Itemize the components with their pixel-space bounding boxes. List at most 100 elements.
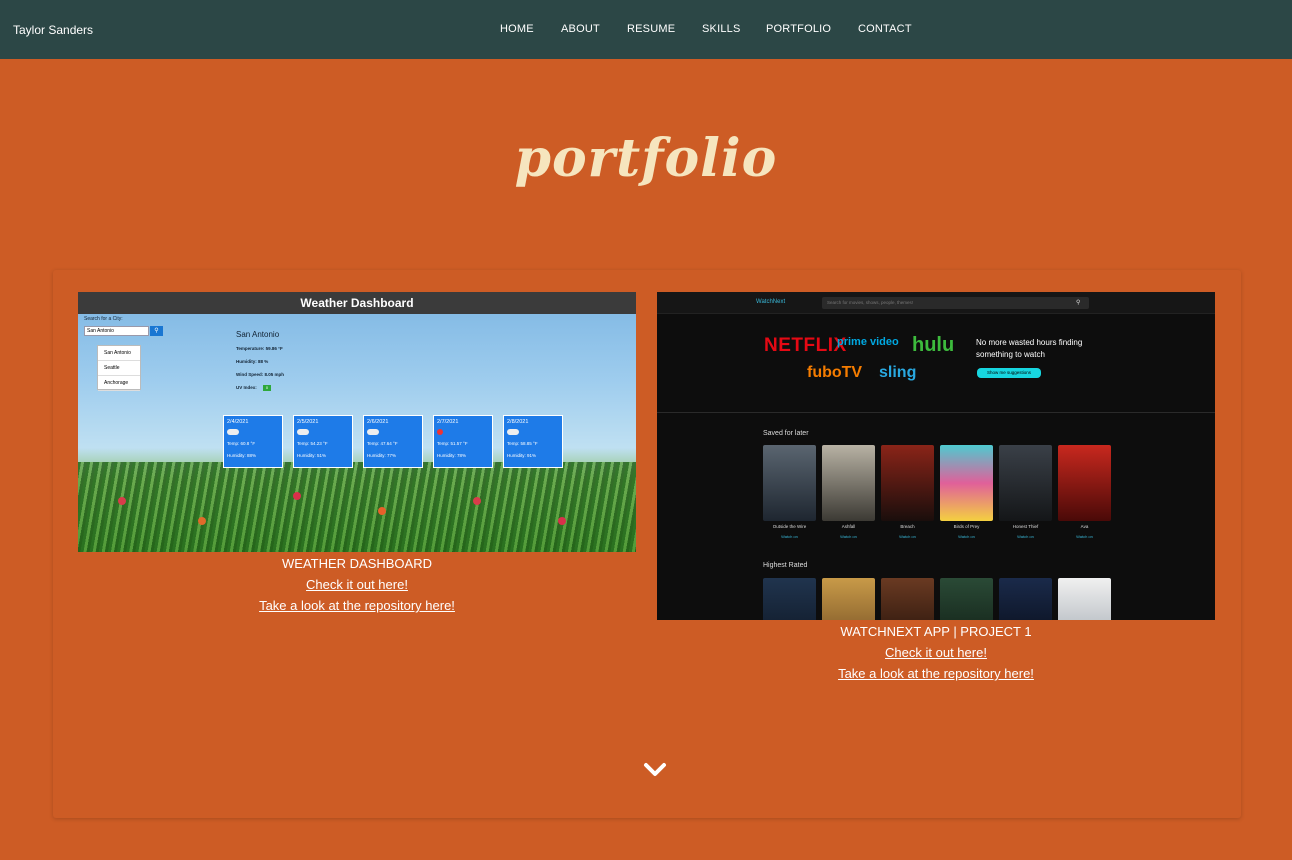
suggestions-button: Show me suggestions [977,368,1041,378]
forecast-date: 2/7/2021 [437,419,459,425]
movie-poster [763,445,816,521]
forecast-card: 2/5/2021 Temp: 54.23 °F Humidity: 51% [293,415,353,468]
prime-video-logo: prime video [837,336,899,348]
movie-poster [881,445,934,521]
forecast-humidity: Humidity: 77% [367,453,397,458]
search-icon: ⚲ [150,326,163,336]
forecast-date: 2/8/2021 [507,419,529,425]
watchnext-logo: WatchNext [756,299,786,305]
weather-stat: Wind Speed: 8.05 mph [236,372,284,377]
nav-link-contact[interactable]: CONTACT [858,23,912,35]
flower-decoration [558,517,566,525]
flower-decoration [378,507,386,515]
forecast-card: 2/7/2021 Temp: 51.57 °F Humidity: 78% [433,415,493,468]
forecast-date: 2/4/2021 [227,419,249,425]
flower-decoration [118,497,126,505]
movie-title: Honest Thief [1012,524,1039,529]
weather-stat: UV Index: [236,385,257,390]
repository-link[interactable]: Take a look at the repository here! [78,598,636,613]
section-title: portfolio [514,128,778,189]
movie-title: Ashfall [841,524,856,529]
forecast-humidity: Humidity: 51% [297,453,327,458]
weather-search-input: San Antonio [84,326,149,336]
movie-poster [1058,445,1111,521]
forecast-temp: Temp: 58.85 °F [507,441,538,446]
cloud-icon [297,429,309,435]
search-icon: ⚲ [1076,300,1081,306]
movie-title: Outside the Wire [772,524,807,529]
watch-on-label: Watch on [899,534,916,539]
weather-header: Weather Dashboard [78,292,636,314]
grass-decoration [78,462,636,552]
watch-on-label: Watch on [840,534,857,539]
nav-link-home[interactable]: HOME [500,23,534,35]
weather-city: San Antonio [236,330,280,339]
movie-poster [999,445,1052,521]
list-item: Seattle [98,361,140,376]
forecast-card: 2/4/2021 Temp: 60.8 °F Humidity: 88% [223,415,283,468]
movie-title: Breach [900,524,915,529]
movie-poster [940,578,993,620]
nav-link-skills[interactable]: SKILLS [702,23,741,35]
project-title: WATCHNEXT APP | PROJECT 1 [840,624,1032,639]
live-demo-link[interactable]: Check it out here! [78,577,636,592]
movie-poster [940,445,993,521]
forecast-date: 2/6/2021 [367,419,389,425]
uv-index-value: 0 [265,385,269,390]
forecast-date: 2/5/2021 [297,419,319,425]
movie-title: Ava [1080,524,1089,529]
netflix-logo: NETFLIX [764,335,847,356]
cloud-icon [227,429,239,435]
list-item: San Antonio [98,346,140,361]
hulu-logo: hulu [912,334,955,356]
forecast-card: 2/6/2021 Temp: 47.64 °F Humidity: 77% [363,415,423,468]
weather-dashboard-screenshot[interactable]: Weather Dashboard Search for a City: San… [78,292,636,552]
sling-logo: sling [879,364,917,381]
forecast-humidity: Humidity: 78% [437,453,467,458]
watch-on-label: Watch on [958,534,975,539]
fubotv-logo: fuboTV [807,364,863,381]
movie-poster [1058,578,1111,620]
sun-icon [437,429,443,435]
forecast-card: 2/8/2021 Temp: 58.85 °F Humidity: 91% [503,415,563,468]
watchnext-screenshot[interactable]: WatchNext Search for movies, shows, peop… [657,292,1215,620]
forecast-temp: Temp: 51.57 °F [437,441,468,446]
flower-decoration [473,497,481,505]
cloud-icon [367,429,379,435]
project-title: WEATHER DASHBOARD [282,556,432,571]
rain-cloud-icon [507,429,519,435]
chevron-down-icon[interactable] [643,758,667,782]
uv-index-badge: 0 [263,385,271,391]
watch-on-label: Watch on [1076,534,1093,539]
watch-on-label: Watch on [1017,534,1034,539]
nav-link-resume[interactable]: RESUME [627,23,675,35]
watchnext-tagline: No more wasted hours finding something t… [976,338,1083,359]
repository-link[interactable]: Take a look at the repository here! [657,666,1215,681]
list-item: Anchorage [98,376,140,391]
weather-stat: Humidity: 88 % [236,359,269,364]
movie-poster [822,445,875,521]
forecast-temp: Temp: 60.8 °F [227,441,256,446]
flower-decoration [198,517,206,525]
watch-on-label: Watch on [781,534,798,539]
movie-poster [763,578,816,620]
divider [657,412,1215,413]
weather-stat: Temperature: 59.86 °F [236,346,283,351]
watchnext-search-input: Search for movies, shows, people, themes… [822,297,1089,309]
live-demo-link[interactable]: Check it out here! [657,645,1215,660]
forecast-humidity: Humidity: 91% [507,453,537,458]
movie-poster [881,578,934,620]
watchnext-topbar: WatchNext Search for movies, shows, peop… [657,292,1215,314]
nav-link-about[interactable]: ABOUT [561,23,600,35]
weather-history-list: San Antonio Seattle Anchorage [97,345,141,391]
highest-rated-heading: Highest Rated [763,562,808,569]
flower-decoration [293,492,301,500]
nav-link-portfolio[interactable]: PORTFOLIO [766,23,831,35]
saved-heading: Saved for later [763,430,809,437]
movie-poster [822,578,875,620]
movie-title: Birds of Prey [953,524,980,529]
forecast-temp: Temp: 54.23 °F [297,441,328,446]
brand-name[interactable]: Taylor Sanders [13,23,93,37]
navbar: Taylor Sanders HOME ABOUT RESUME SKILLS … [0,0,1292,59]
forecast-temp: Temp: 47.64 °F [367,441,398,446]
